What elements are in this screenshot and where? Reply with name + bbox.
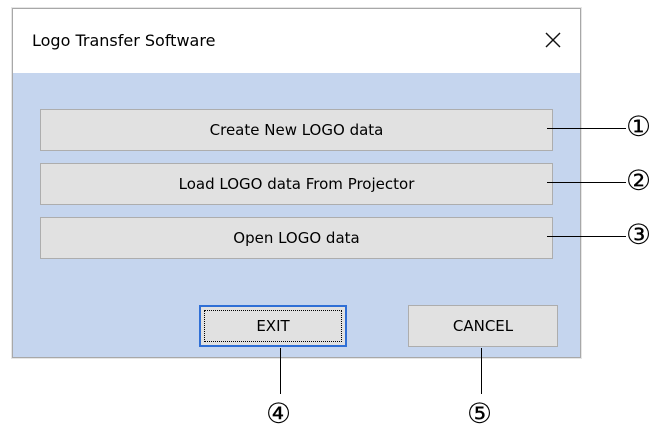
logo-transfer-dialog: Logo Transfer Software Create New LOGO d…: [12, 8, 581, 358]
close-icon: [545, 32, 561, 48]
callout-number-3: ③: [626, 218, 652, 251]
open-logo-button[interactable]: Open LOGO data: [40, 217, 553, 259]
title-bar: Logo Transfer Software: [13, 9, 580, 73]
load-logo-from-projector-button[interactable]: Load LOGO data From Projector: [40, 163, 553, 205]
exit-button-label: EXIT: [256, 317, 290, 335]
callout-line-4: [280, 348, 281, 394]
callout-number-5: ⑤: [467, 397, 493, 430]
callout-number-1: ①: [626, 110, 652, 143]
create-new-logo-button[interactable]: Create New LOGO data: [40, 109, 553, 151]
exit-button[interactable]: EXIT: [199, 305, 347, 347]
callout-number-4: ④: [266, 397, 292, 430]
callout-number-2: ②: [626, 164, 652, 197]
screenshot-stage: Logo Transfer Software Create New LOGO d…: [0, 0, 654, 436]
callout-line-3: [547, 236, 626, 237]
dialog-body: Create New LOGO data Load LOGO data From…: [13, 73, 580, 357]
callout-line-5: [481, 348, 482, 394]
cancel-button[interactable]: CANCEL: [408, 305, 558, 347]
window-title: Logo Transfer Software: [32, 31, 216, 50]
close-button[interactable]: [536, 23, 570, 57]
callout-line-2: [547, 182, 626, 183]
callout-line-1: [547, 128, 626, 129]
